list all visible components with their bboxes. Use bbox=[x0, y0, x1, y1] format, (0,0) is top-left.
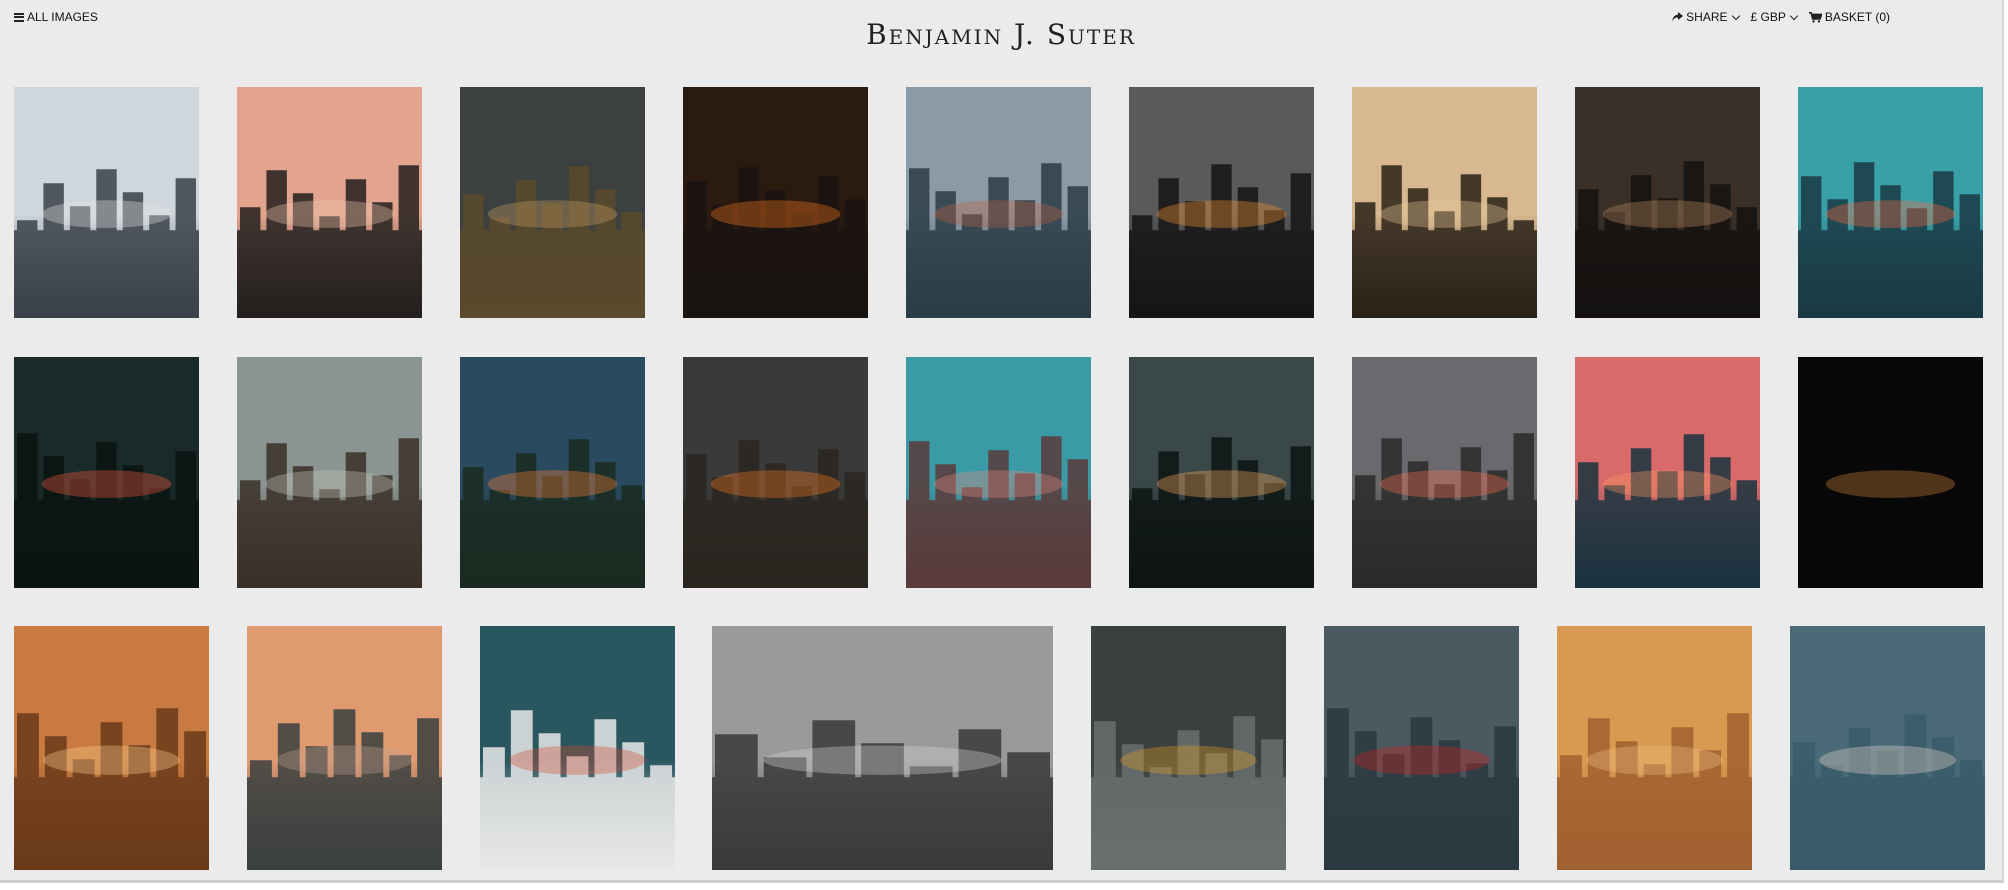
photo-skyline-lake-teal[interactable] bbox=[1798, 87, 1983, 318]
photo-lake-waves-skyline[interactable] bbox=[906, 87, 1091, 318]
currency-select[interactable]: £ GBP bbox=[1750, 10, 1799, 24]
header: ALL IMAGES Benjamin J. Suter SHARE £ GBP bbox=[0, 0, 2002, 80]
header-actions: SHARE £ GBP BASKET (0) bbox=[1672, 10, 1890, 24]
photo-pink-sunset-skyline[interactable] bbox=[1575, 357, 1760, 588]
photo-aerial-bridge-yellow[interactable] bbox=[1091, 626, 1286, 870]
chevron-down-icon bbox=[1731, 11, 1740, 20]
photo-night-city-river[interactable] bbox=[1129, 357, 1314, 588]
photo-bridge-cables-city[interactable] bbox=[460, 357, 645, 588]
basket-label: BASKET (0) bbox=[1824, 10, 1890, 24]
photo-train-tracks-night[interactable] bbox=[1129, 87, 1314, 318]
photo-sunset-street-canyon[interactable] bbox=[683, 87, 868, 318]
share-label: SHARE bbox=[1686, 10, 1728, 24]
photo-fog-city-monochrome[interactable] bbox=[712, 626, 1053, 870]
photo-red-lighthouse-waves[interactable] bbox=[1324, 626, 1519, 870]
photo-dark-alley-buildings[interactable] bbox=[1575, 87, 1760, 318]
photo-prairie-storm-road[interactable] bbox=[460, 87, 645, 318]
photo-golden-hour-tower[interactable] bbox=[1352, 87, 1537, 318]
photo-city-towers-pink-sky[interactable] bbox=[237, 87, 422, 318]
photo-mountain-coast[interactable] bbox=[237, 357, 422, 588]
photo-lake-pier-sunset[interactable] bbox=[683, 357, 868, 588]
photo-cross-snow-teal[interactable] bbox=[480, 626, 675, 870]
photo-train-station-platform[interactable] bbox=[14, 357, 199, 588]
chevron-down-icon bbox=[1789, 11, 1799, 20]
photo-ice-lighthouse[interactable] bbox=[1790, 626, 1985, 870]
shopping-cart-icon bbox=[1808, 11, 1822, 23]
share-arrow-icon bbox=[1672, 12, 1684, 22]
photo-water-tower-skyline[interactable] bbox=[1352, 357, 1537, 588]
currency-label: £ GBP bbox=[1750, 10, 1786, 24]
photo-fog-sunrise-tower[interactable] bbox=[14, 626, 209, 870]
basket-link[interactable]: BASKET (0) bbox=[1808, 10, 1890, 24]
photo-fairytale-castle[interactable] bbox=[906, 357, 1091, 588]
photo-full-moon-night[interactable] bbox=[1798, 357, 1983, 588]
share-menu[interactable]: SHARE bbox=[1672, 10, 1740, 24]
gallery-page: ALL IMAGES Benjamin J. Suter SHARE £ GBP bbox=[0, 0, 2004, 883]
photo-fog-orange-tower[interactable] bbox=[1557, 626, 1752, 870]
photo-chicago-skyline-stadium[interactable] bbox=[14, 87, 199, 318]
photo-fog-birds-city[interactable] bbox=[247, 626, 442, 870]
